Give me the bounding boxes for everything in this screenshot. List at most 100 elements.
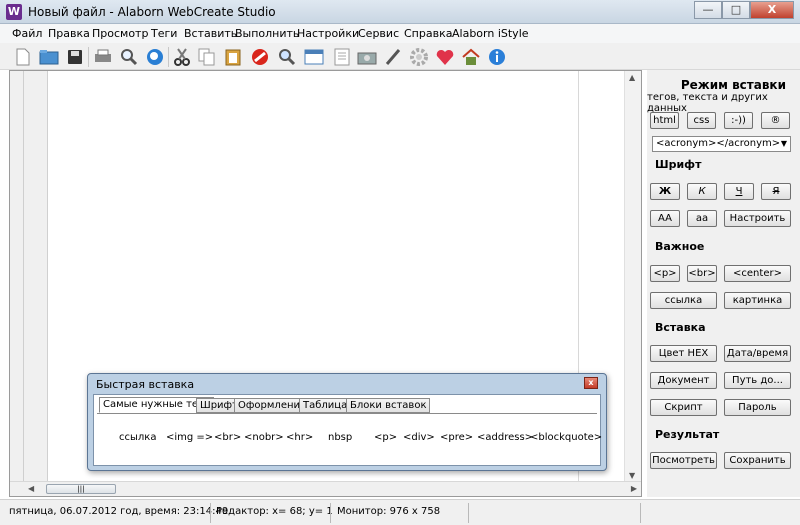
panel-subtitle: тегов, текста и других данных (647, 92, 768, 114)
home-icon[interactable] (460, 46, 482, 68)
scroll-right-icon[interactable]: ▶ (631, 484, 637, 493)
copy-icon[interactable] (196, 46, 218, 68)
save-icon[interactable] (64, 46, 86, 68)
strike-button[interactable]: Я (761, 183, 791, 200)
toolbar-separator (88, 47, 89, 67)
cut-icon[interactable] (171, 46, 193, 68)
menu-alaborn-istyle[interactable]: Alaborn iStyle (452, 27, 529, 40)
open-folder-icon[interactable] (38, 46, 60, 68)
quick-insert-window: Быстрая вставка x Самые нужные теги Шриф… (87, 373, 607, 471)
menu-file[interactable]: Файл (12, 27, 42, 40)
toolbar-separator (168, 47, 169, 67)
br-tag-button[interactable]: <br> (687, 265, 717, 282)
smiley-button[interactable]: :-)) (724, 112, 753, 129)
tag-select[interactable]: <acronym></acronym> ▼ (652, 136, 791, 152)
page-icon[interactable] (331, 46, 353, 68)
menu-run[interactable]: Выполнить (235, 27, 299, 40)
save-result-button[interactable]: Сохранить (724, 452, 791, 469)
panel-title: Режим вставки (680, 78, 786, 92)
new-file-icon[interactable] (12, 46, 34, 68)
configure-button[interactable]: Настроить (724, 210, 791, 227)
italic-button[interactable]: К (687, 183, 717, 200)
quick-insert-title: Быстрая вставка (96, 378, 195, 391)
insert-section-title: Вставка (655, 321, 706, 334)
insert-link-item[interactable]: ссылка (119, 432, 156, 443)
lowercase-button[interactable]: aa (687, 210, 717, 227)
info-icon[interactable] (486, 46, 508, 68)
find-icon[interactable] (276, 46, 298, 68)
chevron-down-icon: ▼ (780, 139, 787, 148)
window-icon[interactable] (303, 46, 325, 68)
insert-address-item[interactable]: <address> (477, 432, 533, 443)
close-button[interactable]: X (750, 1, 794, 19)
menu-view[interactable]: Просмотр (92, 27, 148, 40)
menu-bar: Файл Правка Просмотр Теги Вставить Выпол… (0, 24, 800, 43)
window-controls: — □ X (694, 1, 794, 19)
toolbar (0, 43, 800, 70)
window-title: Новый файл - Alaborn WebCreate Studio (28, 5, 276, 19)
insert-blockquote-item[interactable]: <blockquote> (530, 432, 602, 443)
close-icon[interactable]: x (584, 377, 598, 389)
insert-p-item[interactable]: <p> (374, 432, 397, 443)
scrollbar-thumb[interactable]: ||| (46, 484, 116, 494)
paste-icon[interactable] (222, 46, 244, 68)
maximize-button[interactable]: □ (722, 1, 750, 19)
result-section-title: Результат (655, 428, 720, 441)
path-button[interactable]: Путь до... (724, 372, 791, 389)
status-editor-position: Редактор: x= 68; y= 1 (216, 506, 333, 517)
insert-nbsp-item[interactable]: nbsp (328, 432, 352, 443)
css-button[interactable]: css (687, 112, 716, 129)
bold-button[interactable]: Ж (650, 183, 680, 200)
scroll-left-icon[interactable]: ◀ (28, 484, 34, 493)
underline-button[interactable]: Ч (724, 183, 754, 200)
tab-insert-blocks[interactable]: Блоки вставок (346, 398, 431, 413)
insert-mode-panel: Режим вставки тегов, текста и других дан… (647, 70, 800, 497)
insert-nobr-item[interactable]: <nobr> (244, 432, 284, 443)
menu-settings[interactable]: Настройки (297, 27, 359, 40)
stop-icon[interactable] (249, 46, 271, 68)
insert-hr-item[interactable]: <hr> (286, 432, 313, 443)
uppercase-button[interactable]: AA (650, 210, 680, 227)
html-button[interactable]: html (650, 112, 679, 129)
insert-br-item[interactable]: <br> (214, 432, 241, 443)
menu-tags[interactable]: Теги (151, 27, 177, 40)
script-button[interactable]: Скрипт (650, 399, 717, 416)
scroll-down-icon[interactable]: ▼ (629, 471, 635, 480)
link-button[interactable]: ссылка (650, 292, 717, 309)
menu-insert[interactable]: Вставить (184, 27, 237, 40)
tag-select-value: <acronym></acronym> (656, 138, 781, 149)
document-button[interactable]: Документ (650, 372, 717, 389)
insert-div-item[interactable]: <div> (403, 432, 435, 443)
center-tag-button[interactable]: <center> (724, 265, 791, 282)
menu-help[interactable]: Справка (404, 27, 452, 40)
insert-img-item[interactable]: <img => (166, 432, 213, 443)
menu-edit[interactable]: Правка (48, 27, 90, 40)
heart-icon[interactable] (434, 46, 456, 68)
password-button[interactable]: Пароль (724, 399, 791, 416)
gear-icon[interactable] (408, 46, 430, 68)
datetime-button[interactable]: Дата/время (724, 345, 791, 362)
camera-icon[interactable] (356, 46, 378, 68)
registered-button[interactable]: ® (761, 112, 790, 129)
title-bar: W Новый файл - Alaborn WebCreate Studio … (0, 0, 800, 24)
vertical-scrollbar[interactable]: ▲ ▼ (624, 71, 641, 482)
insert-pre-item[interactable]: <pre> (440, 432, 473, 443)
status-bar: пятница, 06.07.2012 год, время: 23:14:49… (0, 499, 800, 525)
tab-table[interactable]: Таблица (299, 398, 352, 413)
browser-preview-icon[interactable] (144, 46, 166, 68)
status-datetime: пятница, 06.07.2012 год, время: 23:14:49 (9, 506, 229, 517)
hex-color-button[interactable]: Цвет HEX (650, 345, 717, 362)
quick-insert-body: Самые нужные теги Шрифт Оформление Табли… (93, 394, 602, 466)
image-button[interactable]: картинка (724, 292, 791, 309)
preview-icon[interactable] (118, 46, 140, 68)
horizontal-scrollbar[interactable]: ◀ ||| ▶ (10, 481, 641, 496)
view-result-button[interactable]: Посмотреть (650, 452, 717, 469)
minimize-button[interactable]: — (694, 1, 722, 19)
scroll-up-icon[interactable]: ▲ (629, 73, 635, 82)
brush-icon[interactable] (382, 46, 404, 68)
print-icon[interactable] (92, 46, 114, 68)
menu-service[interactable]: Сервис (358, 27, 399, 40)
app-icon: W (6, 4, 22, 20)
p-tag-button[interactable]: <p> (650, 265, 680, 282)
font-section-title: Шрифт (655, 158, 702, 171)
